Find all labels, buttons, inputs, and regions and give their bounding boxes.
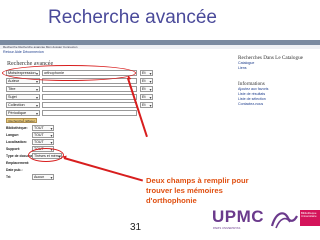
- limit-label: Bibliothèque:: [6, 126, 28, 130]
- operator-select[interactable]: Et: [140, 102, 153, 108]
- operator-select[interactable]: Et: [140, 94, 153, 100]
- sidebar-link[interactable]: Contactez-nous: [238, 102, 318, 107]
- limit-label: Emplacement:: [6, 161, 30, 165]
- field-select[interactable]: Collection: [6, 102, 40, 108]
- operator-select[interactable]: Et: [140, 70, 153, 76]
- annotation-text: Deux champs à remplir pour trouver les m…: [146, 176, 249, 205]
- limit-label: Tri:: [6, 175, 12, 179]
- upmc-logo: UPMC PARIS UNIVERSITAS Bibliothèque Univ…: [212, 205, 320, 233]
- limit-select[interactable]: TOUT: [32, 139, 54, 145]
- limit-row: Localisation: TOUT: [6, 139, 96, 145]
- limit-select[interactable]: TOUT: [32, 125, 54, 131]
- limit-select[interactable]: TOUT: [32, 132, 54, 138]
- search-input[interactable]: [42, 110, 137, 116]
- field-select[interactable]: Périodique: [6, 110, 40, 116]
- limit-row: Bibliothèque: TOUT: [6, 125, 96, 131]
- page-number: 31: [130, 222, 142, 233]
- limit-label: Localisation:: [6, 140, 27, 144]
- logo-text: UPMC: [212, 207, 265, 226]
- search-input[interactable]: [42, 86, 137, 92]
- logo-tag: Bibliothèque Universitaire: [300, 210, 320, 226]
- limit-select[interactable]: Aucun: [32, 174, 54, 180]
- highlight-ring-search: [2, 65, 136, 81]
- limit-row: Tri: Aucun: [6, 174, 96, 180]
- sidebar: Recherches Dans Le Catalogue Catalogue L…: [238, 55, 318, 175]
- reset-button[interactable]: Effacer: [23, 118, 38, 123]
- operator-select[interactable]: Et: [140, 78, 153, 84]
- limit-label: Langue:: [6, 133, 20, 137]
- limit-row: Date pub.:: [6, 167, 96, 173]
- limit-label: Support:: [6, 147, 21, 151]
- highlight-ring-type: [28, 148, 64, 162]
- limit-row: Langue: TOUT: [6, 132, 96, 138]
- logo-subtext: PARIS UNIVERSITAS: [213, 226, 241, 230]
- menu-bar[interactable]: Recherche Recherche avancée Mon dossier …: [0, 45, 320, 49]
- slide-title: Recherche avancée: [48, 7, 217, 28]
- search-input[interactable]: [42, 102, 137, 108]
- search-input[interactable]: [42, 94, 137, 100]
- operator-select[interactable]: Et: [140, 86, 153, 92]
- breadcrumb[interactable]: Retour Aide Déconnexion: [3, 50, 44, 54]
- field-select[interactable]: Titre: [6, 86, 40, 92]
- field-select[interactable]: Sujet: [6, 94, 40, 100]
- screenshot-panel: Recherche Recherche avancée Mon dossier …: [0, 40, 320, 187]
- limit-label: Date pub.:: [6, 168, 23, 172]
- logo-mark-icon: [270, 212, 298, 229]
